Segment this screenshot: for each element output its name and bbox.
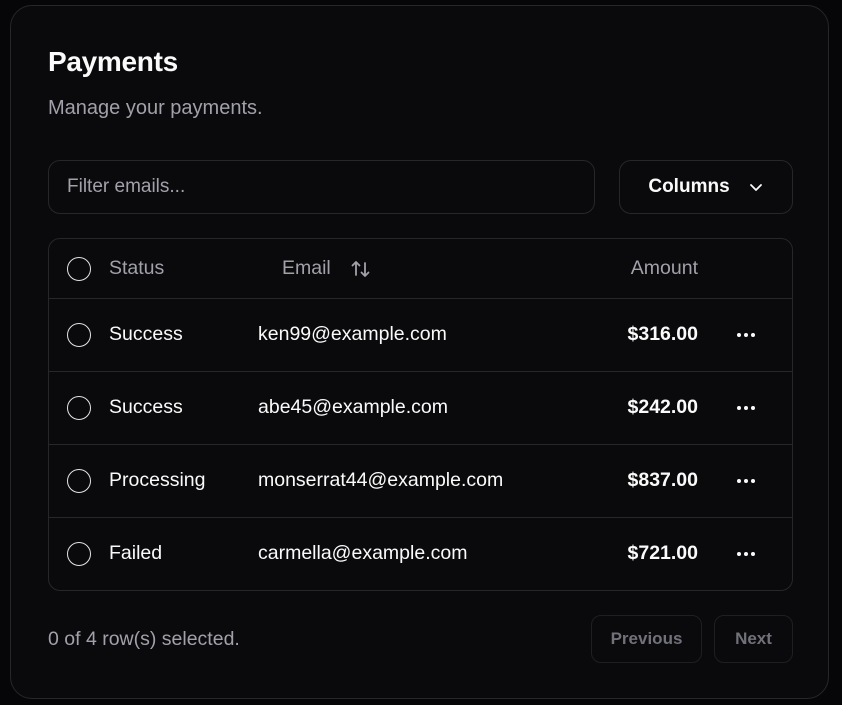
row-select-checkbox[interactable] — [67, 323, 91, 347]
columns-button[interactable]: Columns — [619, 160, 793, 214]
row-email: ken99@example.com — [258, 323, 447, 345]
table-row: Failed carmella@example.com $721.00 — [49, 518, 792, 590]
chevron-down-icon — [749, 184, 762, 191]
table-row: Success abe45@example.com $242.00 — [49, 372, 792, 445]
selection-count: 0 of 4 row(s) selected. — [48, 628, 240, 650]
row-select-checkbox[interactable] — [67, 542, 91, 566]
payments-card: Payments Manage your payments. Columns S… — [10, 5, 829, 699]
page-title: Payments — [48, 46, 178, 77]
page-subtitle: Manage your payments. — [48, 97, 263, 119]
row-amount: $721.00 — [627, 542, 699, 564]
sort-arrows-icon[interactable] — [350, 258, 372, 280]
header-amount: Amount — [630, 257, 698, 279]
row-email: abe45@example.com — [258, 396, 448, 418]
columns-button-label: Columns — [648, 176, 730, 197]
more-horizontal-icon[interactable] — [735, 470, 757, 492]
more-horizontal-icon[interactable] — [735, 397, 757, 419]
next-button[interactable]: Next — [714, 615, 793, 663]
table-row: Processing monserrat44@example.com $837.… — [49, 445, 792, 518]
row-status: Success — [109, 396, 183, 418]
row-status: Success — [109, 323, 183, 345]
row-select-checkbox[interactable] — [67, 469, 91, 493]
select-all-checkbox[interactable] — [67, 257, 91, 281]
previous-button[interactable]: Previous — [591, 615, 702, 663]
row-status: Failed — [109, 542, 163, 564]
row-status: Processing — [109, 469, 206, 491]
more-horizontal-icon[interactable] — [735, 324, 757, 346]
row-amount: $242.00 — [627, 396, 699, 418]
more-horizontal-icon[interactable] — [735, 543, 757, 565]
row-amount: $316.00 — [627, 323, 699, 345]
header-email-sort-button[interactable]: Email — [282, 257, 331, 280]
header-status: Status — [109, 257, 165, 279]
table-header-row: Status Email Amount — [49, 239, 792, 299]
payments-table: Status Email Amount Success ken99@exampl… — [48, 238, 793, 591]
row-email: carmella@example.com — [258, 542, 468, 564]
row-select-checkbox[interactable] — [67, 396, 91, 420]
row-email: monserrat44@example.com — [258, 469, 504, 491]
row-amount: $837.00 — [627, 469, 699, 491]
filter-emails-input[interactable] — [48, 160, 595, 214]
table-row: Success ken99@example.com $316.00 — [49, 299, 792, 372]
